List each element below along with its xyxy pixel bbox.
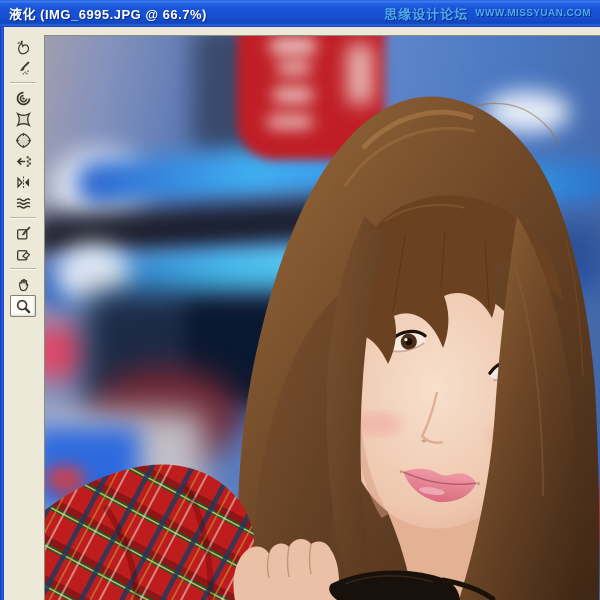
zoom-tool-button[interactable] [10, 295, 36, 317]
twirl-clockwise-tool-button[interactable] [10, 88, 36, 108]
mirror-icon [16, 176, 29, 188]
freeze-mask-tool-button[interactable] [10, 223, 36, 243]
window-border [0, 0, 4, 600]
turbulence-tool-button[interactable] [10, 193, 36, 213]
forward-warp-icon [16, 40, 29, 54]
freeze-mask-icon [16, 226, 30, 240]
push-left-tool-button[interactable] [10, 151, 36, 171]
liquify-dialog: 液化 (IMG_6995.JPG @ 66.7%) 思缘设计论坛 WWW.MIS… [0, 0, 600, 600]
watermark-site-url: WWW.MISSYUAN.COM [475, 8, 591, 19]
forward-warp-tool-button[interactable] [10, 37, 36, 57]
reconstruct-tool-button[interactable] [10, 58, 36, 78]
hand-icon [18, 278, 28, 291]
dialog-title: 液化 (IMG_6995.JPG @ 66.7%) [9, 7, 207, 22]
hand-tool-button[interactable] [10, 274, 36, 294]
liquify-canvas[interactable] [44, 35, 600, 600]
reconstruct-icon [19, 61, 29, 75]
twirl-clockwise-icon [16, 91, 30, 105]
pucker-tool-button[interactable] [10, 109, 36, 129]
thaw-mask-tool-button[interactable] [10, 244, 36, 264]
watermark-site-name: 思缘设计论坛 [384, 7, 469, 22]
thaw-mask-icon [16, 249, 30, 261]
zoom-icon [16, 299, 30, 313]
plaid-shirt [45, 464, 259, 600]
mirror-tool-button[interactable] [10, 172, 36, 192]
dialog-body [4, 27, 600, 600]
portrait-subject [45, 96, 600, 600]
push-left-icon [16, 155, 31, 167]
liquify-toolbar [7, 37, 39, 318]
toolbar-divider [10, 79, 36, 88]
turbulence-icon [16, 197, 30, 209]
toolbar-divider [10, 265, 36, 274]
watermark: 思缘设计论坛 WWW.MISSYUAN.COM [384, 0, 591, 27]
bloat-tool-button[interactable] [10, 130, 36, 150]
toolbar-divider [10, 214, 36, 223]
bloat-icon [15, 132, 31, 148]
cheek-blush [354, 412, 402, 436]
pucker-icon [15, 111, 31, 127]
title-bar[interactable]: 液化 (IMG_6995.JPG @ 66.7%) 思缘设计论坛 WWW.MIS… [0, 0, 600, 27]
